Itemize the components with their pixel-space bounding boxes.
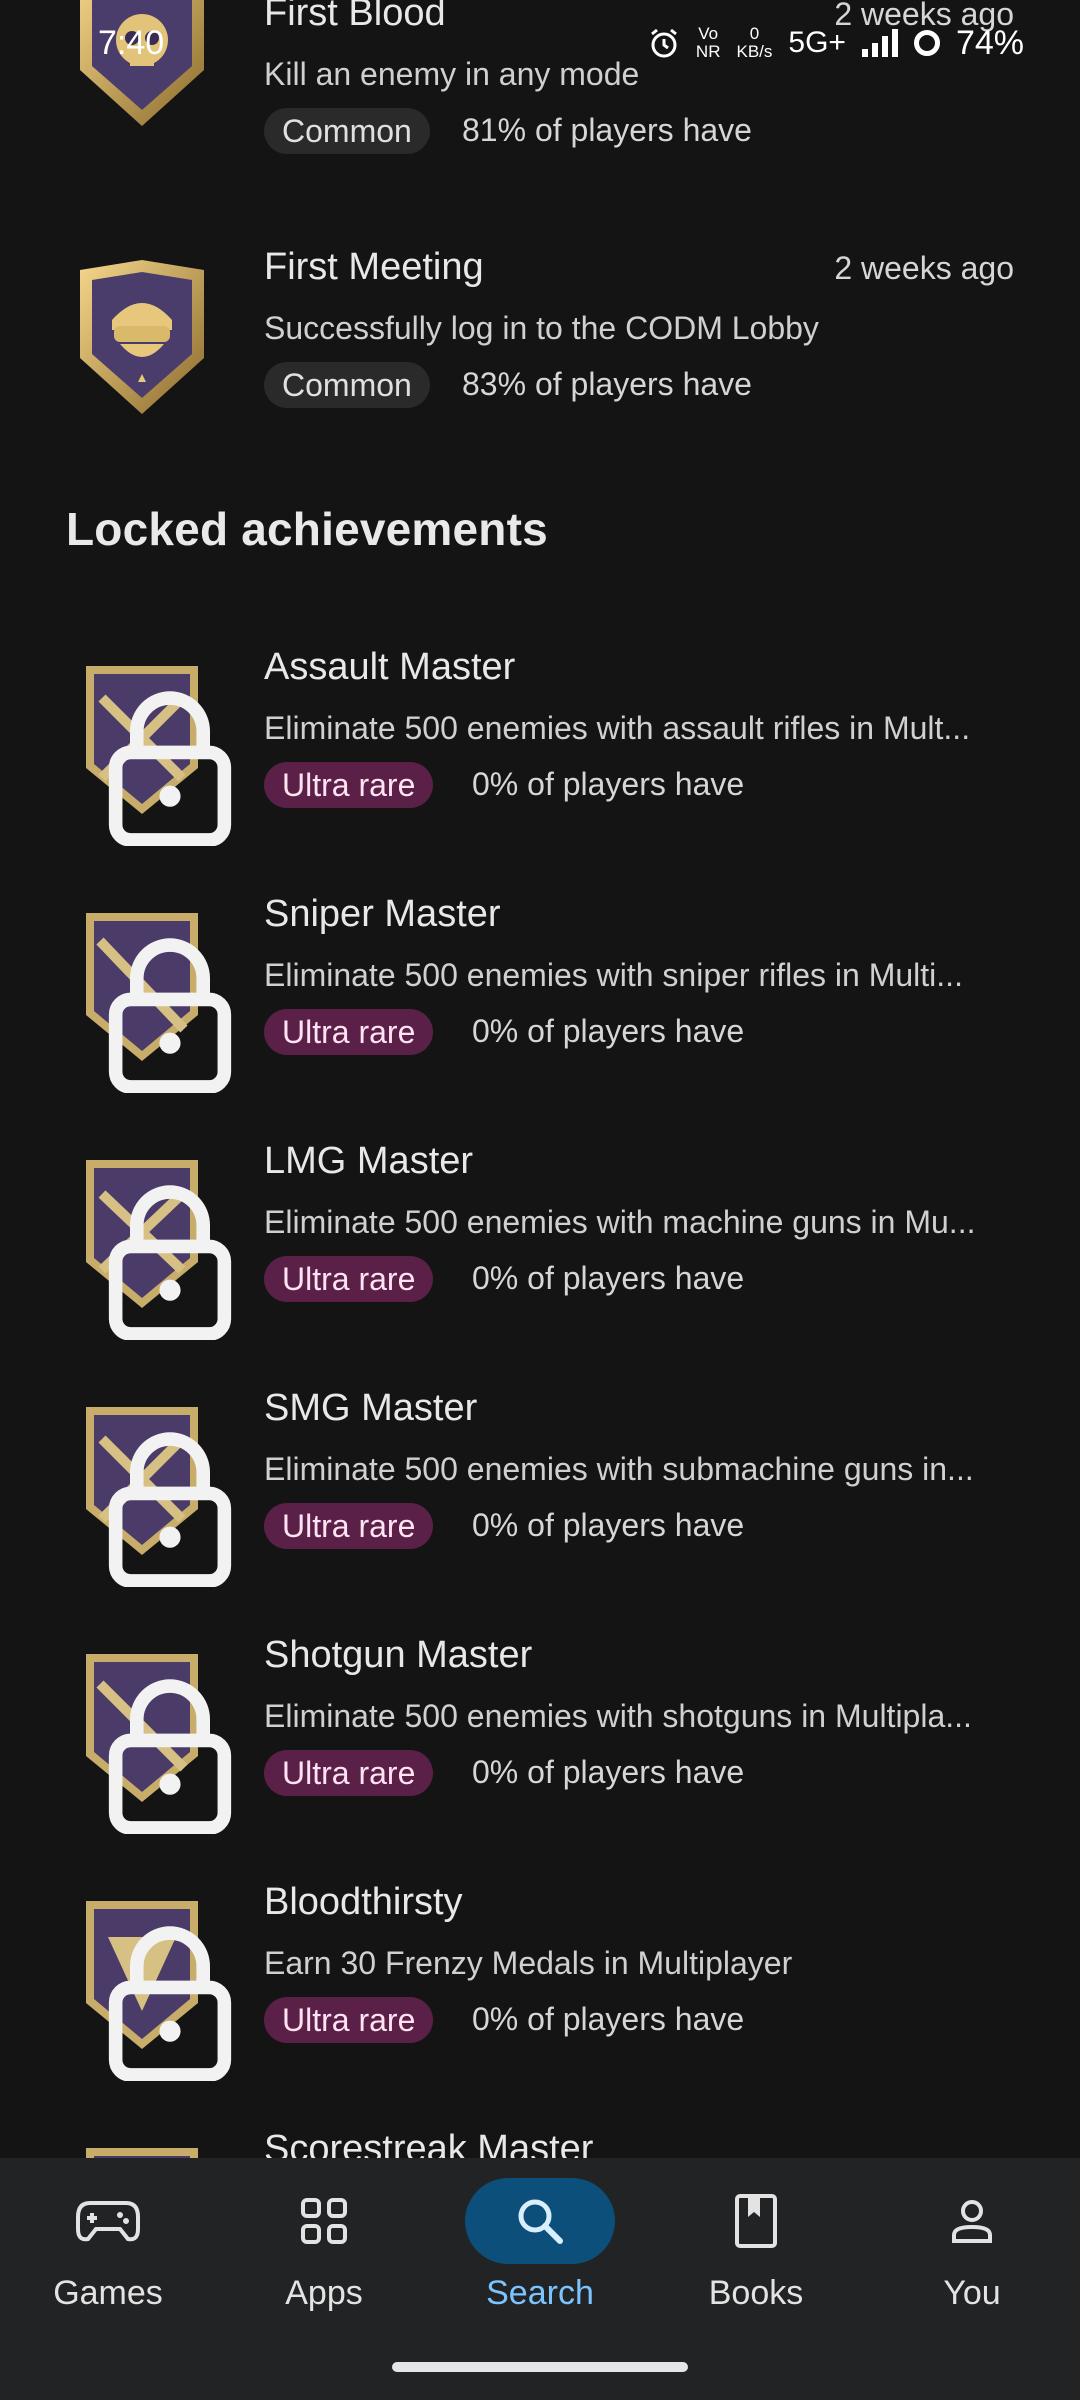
lock-icon	[108, 691, 232, 846]
nav-search[interactable]: Search	[440, 2178, 640, 2328]
achievement-title: Assault Master	[264, 646, 516, 688]
nav-label: Apps	[285, 2274, 363, 2312]
locked-badge-icon	[72, 1646, 232, 1834]
rarity-chip: Ultra rare	[264, 762, 434, 808]
achievement-description: Eliminate 500 enemies with sniper rifles…	[264, 957, 963, 993]
nav-games[interactable]: Games	[8, 2178, 208, 2328]
players-percentage: 83% of players have	[462, 366, 752, 402]
home-indicator[interactable]	[392, 2362, 688, 2372]
rarity-chip: Ultra rare	[264, 1503, 434, 1549]
lock-icon	[108, 1185, 232, 1340]
gamepad-icon	[33, 2178, 183, 2264]
players-percentage: 0% of players have	[472, 1013, 745, 1049]
achievement-scorestreak-master[interactable]: Scorestreak Master	[0, 2128, 1080, 2158]
status-bar: 7:40 Vo NR 0 KB/s 5G+ 74%	[0, 0, 1080, 86]
signal-icon	[861, 29, 898, 57]
rarity-chip: Common	[264, 362, 430, 408]
rarity-chip: Ultra rare	[264, 1750, 434, 1796]
rarity-chip: Ultra rare	[264, 1009, 434, 1055]
players-percentage: 0% of players have	[472, 1754, 745, 1790]
bottom-navigation: Games Apps Search Books You	[0, 2158, 1080, 2400]
battery-ring-icon	[913, 30, 940, 56]
locked-badge-icon	[72, 2140, 212, 2158]
locked-badge-icon	[72, 1152, 232, 1340]
status-icons: Vo NR 0 KB/s 5G+ 74%	[648, 24, 1024, 63]
achievements-list[interactable]: First Blood 2 weeks ago Kill an enemy in…	[0, 0, 1080, 2158]
achievement-title: LMG Master	[264, 1140, 474, 1182]
achievement-title: Bloodthirsty	[264, 1881, 463, 1923]
achievement-description: Eliminate 500 enemies with submachine gu…	[264, 1451, 974, 1487]
lock-icon	[108, 1679, 232, 1834]
players-percentage: 0% of players have	[472, 766, 745, 802]
lock-icon	[108, 938, 232, 1093]
battery-percentage: 74%	[955, 23, 1024, 62]
locked-badge-icon	[72, 905, 232, 1093]
achievement-description: Earn 30 Frenzy Medals in Multiplayer	[264, 1945, 793, 1981]
nav-label: Games	[53, 2274, 163, 2312]
players-percentage: 0% of players have	[472, 2001, 745, 2037]
players-percentage: 0% of players have	[472, 1507, 745, 1543]
nav-label: Books	[708, 2274, 804, 2312]
achievement-title: Sniper Master	[264, 893, 501, 935]
rarity-chip: Ultra rare	[264, 1997, 434, 2043]
locked-badge-icon	[72, 1399, 232, 1587]
bookmark-icon	[681, 2178, 831, 2264]
achievement-smg-master[interactable]: SMG Master Eliminate 500 enemies with su…	[0, 1387, 1080, 1607]
achievement-date: 2 weeks ago	[834, 250, 1014, 286]
achievement-shotgun-master[interactable]: Shotgun Master Eliminate 500 enemies wit…	[0, 1634, 1080, 1854]
locked-badge-icon	[72, 658, 232, 846]
nav-you[interactable]: You	[872, 2178, 1072, 2328]
volte-indicator: Vo NR	[695, 24, 721, 61]
rarity-chip: Common	[264, 108, 430, 154]
locked-achievements-heading: Locked achievements	[66, 503, 548, 555]
search-icon	[465, 2178, 615, 2264]
achievement-sniper-master[interactable]: Sniper Master Eliminate 500 enemies with…	[0, 893, 1080, 1113]
apps-grid-icon	[249, 2178, 399, 2264]
achievement-description: Eliminate 500 enemies with shotguns in M…	[264, 1698, 972, 1734]
achievement-title: SMG Master	[264, 1387, 478, 1429]
clock: 7:40	[98, 23, 165, 62]
nav-label: Search	[486, 2274, 594, 2312]
rarity-chip: Ultra rare	[264, 1256, 434, 1302]
achievement-first-meeting[interactable]: First Meeting 2 weeks ago Successfully l…	[0, 246, 1080, 466]
players-percentage: 81% of players have	[462, 112, 752, 148]
achievement-assault-master[interactable]: Assault Master Eliminate 500 enemies wit…	[0, 646, 1080, 866]
person-icon	[897, 2178, 1047, 2264]
achievement-title: Scorestreak Master	[264, 2128, 594, 2158]
players-percentage: 0% of players have	[472, 1260, 745, 1296]
achievement-bloodthirsty[interactable]: Bloodthirsty Earn 30 Frenzy Medals in Mu…	[0, 1881, 1080, 2101]
achievement-lmg-master[interactable]: LMG Master Eliminate 500 enemies with ma…	[0, 1140, 1080, 1360]
soldier-badge-icon	[72, 258, 212, 418]
network-type: 5G+	[788, 26, 846, 59]
nav-apps[interactable]: Apps	[224, 2178, 424, 2328]
achievement-description: Eliminate 500 enemies with machine guns …	[264, 1204, 976, 1240]
achievement-title: First Meeting	[264, 246, 484, 288]
network-speed: 0 KB/s	[736, 24, 773, 61]
locked-badge-icon	[72, 1893, 232, 2081]
nav-books[interactable]: Books	[656, 2178, 856, 2328]
lock-icon	[108, 1926, 232, 2081]
achievement-title: Shotgun Master	[264, 1634, 533, 1676]
nav-label: You	[943, 2274, 1001, 2312]
achievement-description: Eliminate 500 enemies with assault rifle…	[264, 710, 971, 746]
alarm-icon	[650, 28, 677, 58]
lock-icon	[108, 1432, 232, 1587]
achievement-description: Successfully log in to the CODM Lobby	[264, 310, 819, 346]
